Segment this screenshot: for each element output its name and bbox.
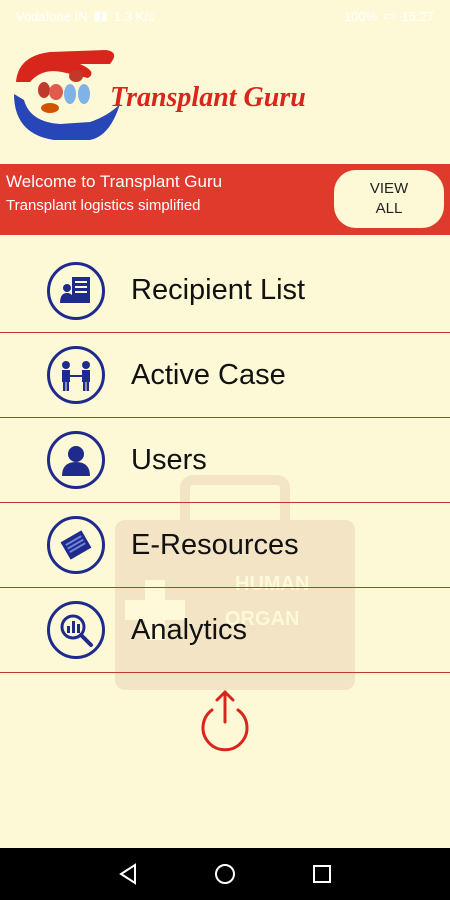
carrier-label: Vodafone IN	[16, 8, 88, 24]
system-nav-bar	[0, 848, 450, 900]
menu-item-users[interactable]: Users	[0, 418, 450, 503]
app-logo	[10, 42, 122, 146]
recents-icon[interactable]	[311, 863, 333, 885]
menu-label-recipient-list: Recipient List	[131, 274, 306, 306]
banner-title: Welcome to Transplant Guru	[6, 172, 223, 191]
menu-item-recipient-list[interactable]: Recipient List	[0, 249, 450, 333]
user-icon	[47, 431, 105, 489]
menu-item-e-resources[interactable]: E-Resources	[0, 503, 450, 588]
menu-label-e-resources: E-Resources	[131, 528, 299, 561]
menu-item-active-case[interactable]: Active Case	[0, 333, 450, 418]
app-header: Transplant Guru	[0, 32, 450, 164]
network-speed: 1.3 K/s	[113, 8, 155, 24]
menu-item-analytics[interactable]: Analytics	[0, 588, 450, 673]
view-all-button[interactable]: VIEW ALL	[334, 170, 444, 228]
clock: 15:27	[401, 8, 434, 24]
home-icon[interactable]	[214, 863, 236, 885]
status-bar: Vodafone IN ▮▮ 1.3 K/s 100% ▭ 15:27	[0, 0, 450, 32]
app-title: Transplant Guru	[110, 82, 306, 113]
banner-subtitle: Transplant logistics simplified	[6, 197, 201, 214]
analytics-icon	[47, 601, 105, 659]
menu-label-active-case: Active Case	[131, 358, 286, 391]
menu-label-analytics: Analytics	[131, 613, 248, 646]
battery-icon: ▭	[383, 8, 396, 23]
menu-label-users: Users	[131, 443, 207, 476]
welcome-banner: Welcome to Transplant Guru Transplant lo…	[0, 164, 450, 235]
book-icon	[47, 516, 105, 574]
recipient-list-icon	[47, 261, 105, 320]
back-icon[interactable]	[117, 863, 139, 885]
main-menu: Recipient List Active Case Users E-Resou…	[0, 249, 450, 673]
signal-icon: ▮▮	[93, 8, 108, 23]
active-case-icon	[47, 346, 105, 404]
power-button[interactable]	[198, 690, 252, 752]
battery-percent: 100%	[343, 8, 378, 24]
